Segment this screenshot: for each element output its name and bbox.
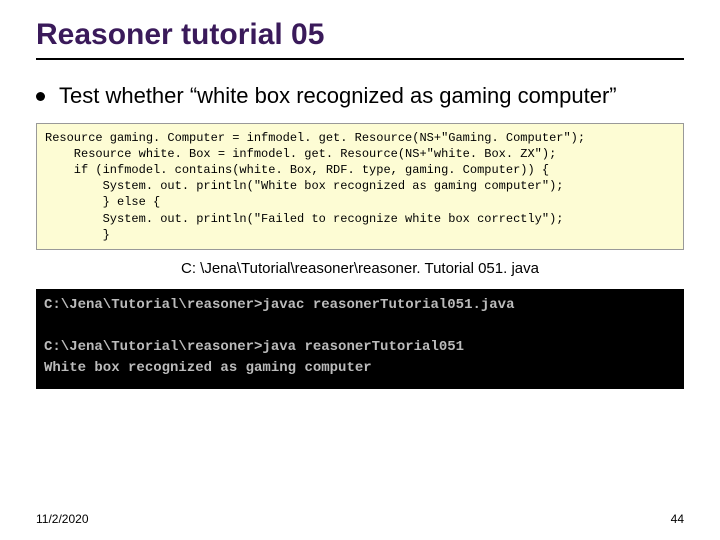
- footer-date: 11/2/2020: [36, 512, 89, 526]
- bullet-text: Test whether “white box recognized as ga…: [59, 82, 617, 111]
- code-block: Resource gaming. Computer = infmodel. ge…: [36, 123, 684, 250]
- code-line: } else {: [45, 195, 160, 209]
- bullet-dot-icon: [36, 92, 45, 101]
- slide-footer: 11/2/2020 44: [36, 512, 684, 526]
- code-line: Resource gaming. Computer = infmodel. ge…: [45, 131, 585, 145]
- terminal-line: C:\Jena\Tutorial\reasoner>java reasonerT…: [44, 339, 464, 355]
- terminal-line: C:\Jena\Tutorial\reasoner>javac reasoner…: [44, 297, 514, 313]
- slide-title: Reasoner tutorial 05: [36, 18, 684, 52]
- title-underline: [36, 58, 684, 60]
- code-line: Resource white. Box = infmodel. get. Res…: [45, 147, 556, 161]
- code-line: if (infmodel. contains(white. Box, RDF. …: [45, 163, 549, 177]
- code-line: System. out. println("Failed to recogniz…: [45, 212, 563, 226]
- terminal-line: White box recognized as gaming computer: [44, 360, 372, 376]
- code-line: }: [45, 228, 110, 242]
- code-line: System. out. println("White box recogniz…: [45, 179, 563, 193]
- bullet-item: Test whether “white box recognized as ga…: [36, 82, 684, 111]
- terminal-output: C:\Jena\Tutorial\reasoner>javac reasoner…: [36, 289, 684, 389]
- file-path: C: \Jena\Tutorial\reasoner\reasoner. Tut…: [36, 260, 684, 277]
- footer-page-number: 44: [671, 512, 684, 526]
